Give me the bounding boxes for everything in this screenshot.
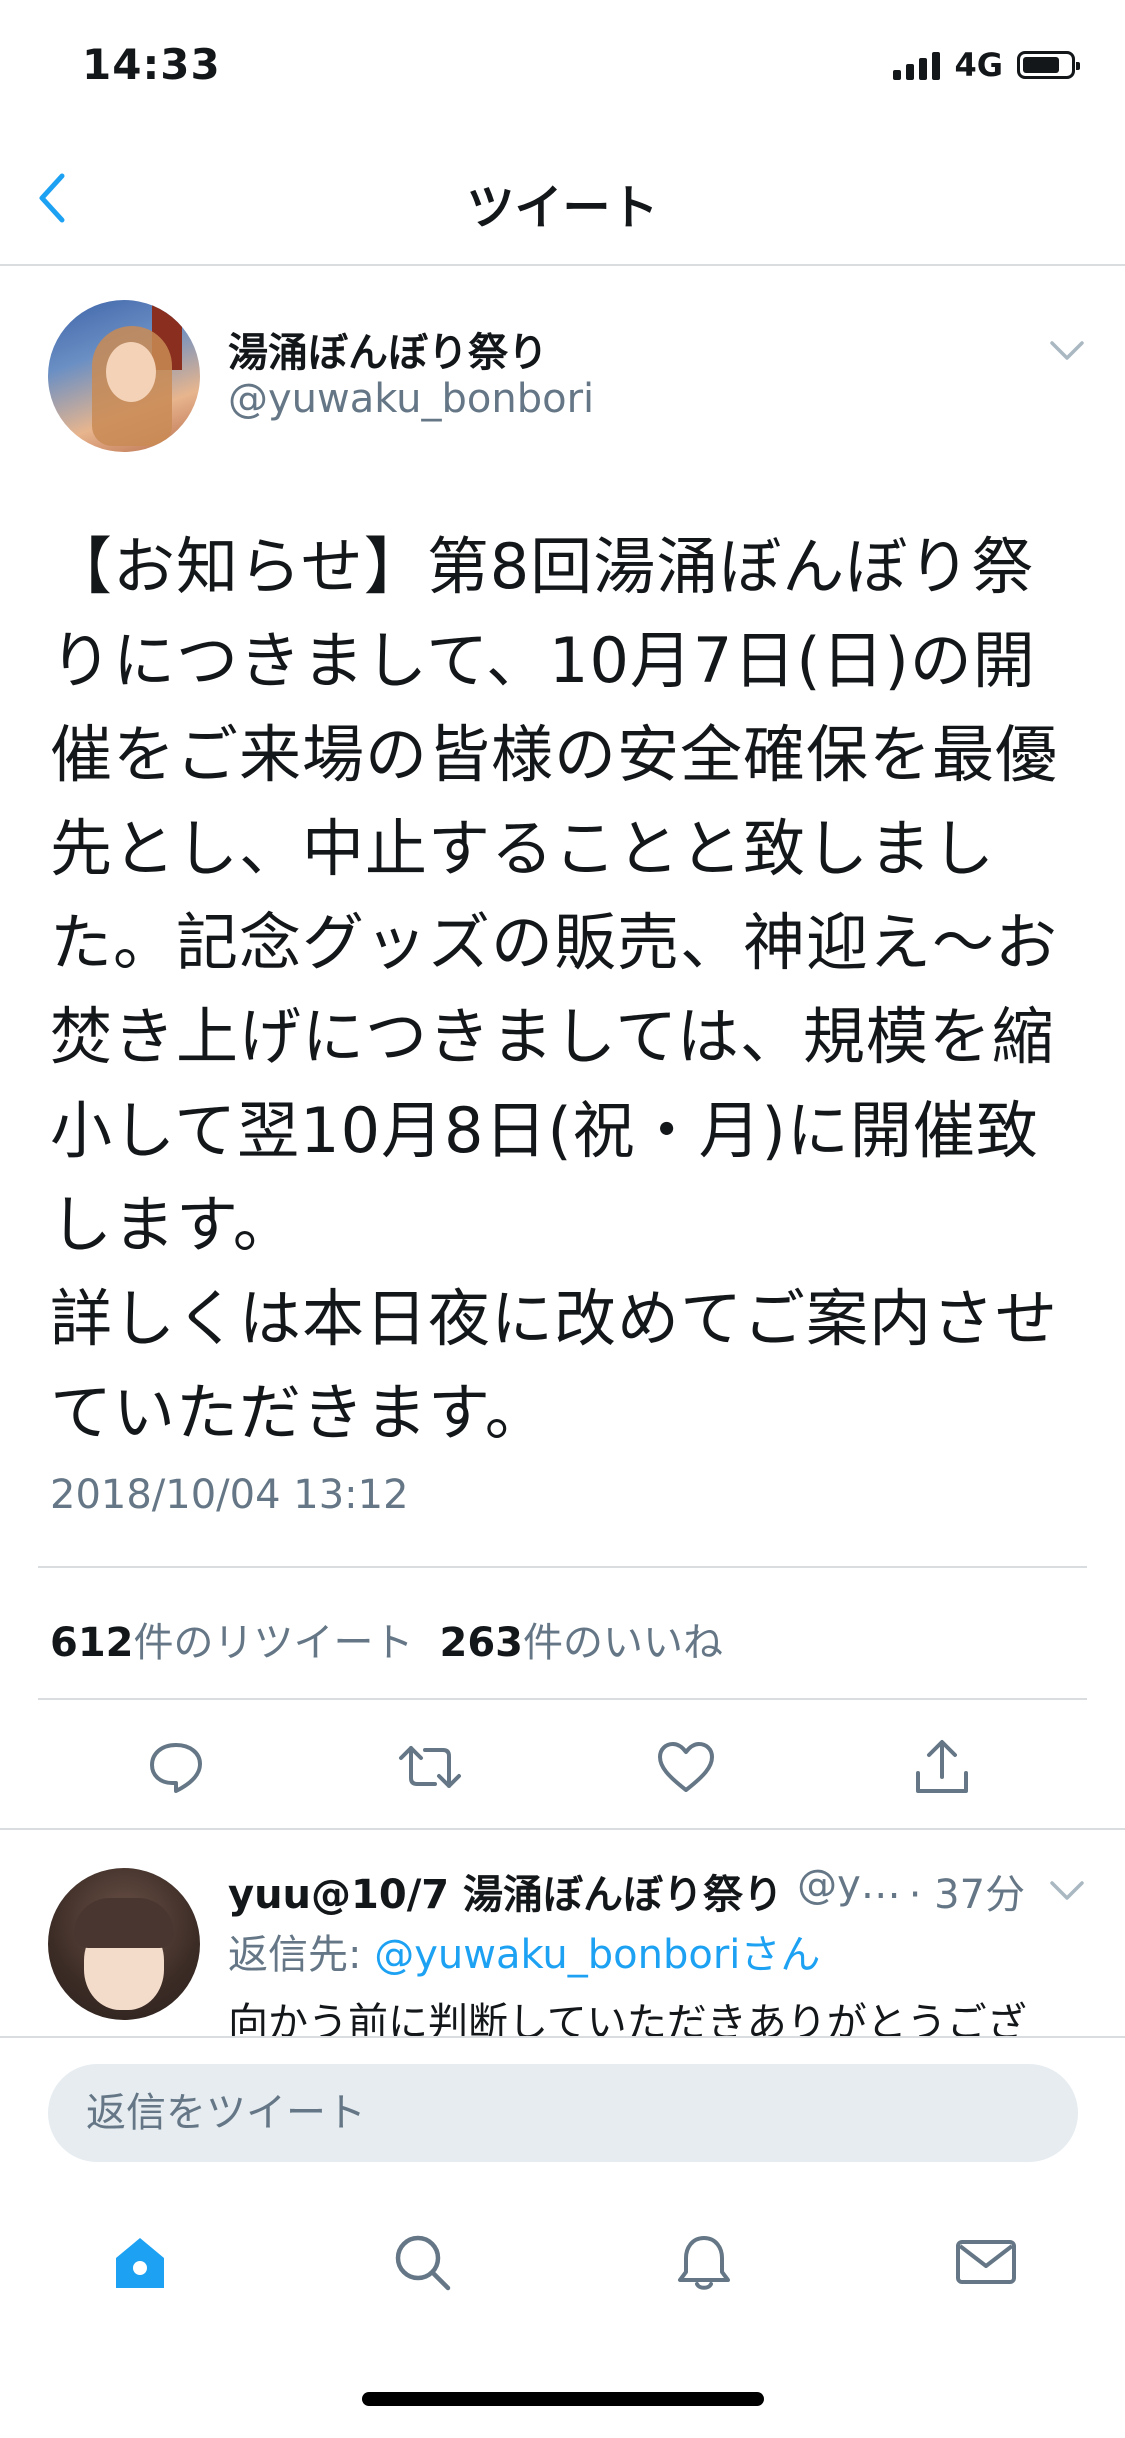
stats-divider-bottom <box>38 1698 1087 1700</box>
actions-divider <box>0 1828 1125 1830</box>
tweet-menu-button[interactable] <box>1049 340 1085 366</box>
retweet-icon <box>399 1746 461 1788</box>
likes-stat[interactable]: 263件のいいね <box>440 1610 724 1668</box>
likes-count: 263 <box>439 1620 524 1666</box>
like-button[interactable] <box>646 1732 726 1802</box>
like-icon <box>658 1742 714 1792</box>
stats-divider-top <box>38 1566 1087 1568</box>
back-button[interactable] <box>36 168 86 228</box>
reply-author-handle[interactable]: @y… <box>797 1862 901 1920</box>
notifications-icon <box>678 2236 730 2290</box>
likes-label: 件のいいね <box>523 1620 723 1666</box>
reply-time: · 37分 <box>908 1872 1026 1918</box>
reply-to-handle-link[interactable]: @yuwaku_bonbori <box>374 1932 740 1978</box>
tweet-stats: 612件のリツイート 263件のいいね <box>50 1610 723 1668</box>
reply-text[interactable]: 向かう前に判断していただきありがとうござ <box>228 1990 1088 2036</box>
author-handle[interactable]: @yuwaku_bonbori <box>228 376 594 422</box>
author-name[interactable]: 湯涌ぼんぼり祭り <box>228 320 548 378</box>
share-button[interactable] <box>902 1732 982 1802</box>
retweet-button[interactable] <box>390 1732 470 1802</box>
reply-to-prefix: 返信先: <box>228 1932 375 1978</box>
tweet-timestamp: 2018/10/04 13:12 <box>50 1472 409 1518</box>
signal-icon <box>893 50 941 80</box>
reply-button[interactable] <box>136 1732 216 1802</box>
retweets-label: 件のリツイート <box>133 1620 414 1666</box>
reply-author-name[interactable]: yuu@10/7 湯涌ぼんぼり祭り <box>228 1862 783 1920</box>
retweets-count: 612 <box>50 1620 134 1666</box>
reply-composer-input[interactable]: 返信をツイート <box>48 2064 1078 2162</box>
network-label: 4G <box>954 46 1003 84</box>
home-icon <box>116 2238 164 2288</box>
chevron-down-icon <box>1050 341 1084 360</box>
reply-icon <box>150 1743 202 1793</box>
home-indicator[interactable] <box>362 2392 764 2406</box>
retweets-stat[interactable]: 612件のリツイート <box>50 1610 414 1668</box>
search-icon <box>395 2235 451 2291</box>
chevron-down-icon <box>1050 1881 1084 1900</box>
tab-messages[interactable] <box>946 2222 1026 2302</box>
tab-home[interactable] <box>100 2222 180 2302</box>
reply-menu-button[interactable] <box>1049 1880 1085 1906</box>
page-title: ツイート <box>466 180 659 236</box>
battery-icon <box>1017 51 1080 79</box>
tab-search[interactable] <box>382 2222 462 2302</box>
nav-divider <box>0 264 1125 266</box>
share-icon <box>916 1740 968 1793</box>
reply-header: yuu@10/7 湯涌ぼんぼり祭り @y… · 37分 <box>228 1862 1025 1920</box>
author-avatar[interactable] <box>48 300 200 452</box>
chevron-left-icon <box>39 173 65 223</box>
reply-to-suffix: さん <box>740 1932 821 1978</box>
tweet-text: 【お知らせ】第8回湯涌ぼんぼり祭りにつきまして、10月7日(日)の開催をご来場の… <box>50 530 1059 1449</box>
tab-notifications[interactable] <box>664 2222 744 2302</box>
reply-avatar[interactable] <box>48 1868 200 2020</box>
messages-icon <box>956 2240 1016 2284</box>
status-indicators: 4G <box>893 46 1080 84</box>
reply-to-line: 返信先: @yuwaku_bonboriさん <box>228 1922 820 1980</box>
status-time: 14:33 <box>82 40 221 89</box>
